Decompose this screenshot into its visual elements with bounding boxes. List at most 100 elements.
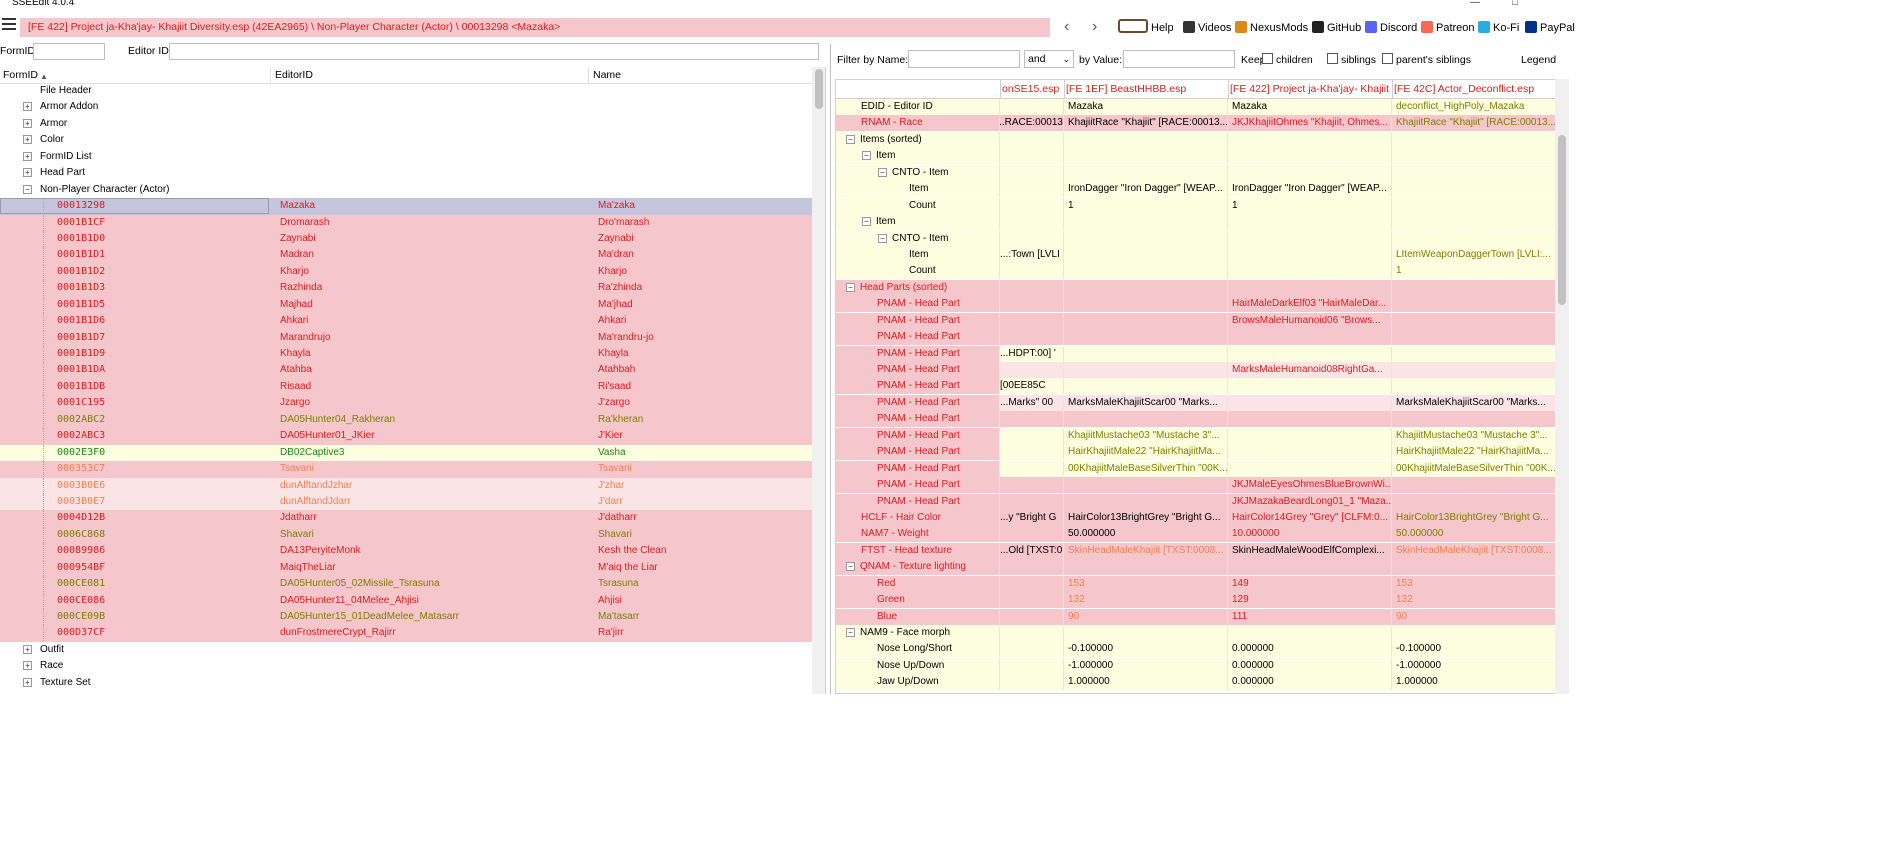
help-link[interactable]: Help (1118, 19, 1174, 37)
tree-record[interactable]: 0001B1DB Risaad Ri'saad (0, 378, 812, 396)
collapse-icon[interactable]: − (862, 151, 871, 161)
filter-value-input[interactable] (1123, 50, 1235, 68)
paypal-link[interactable]: PayPal (1525, 19, 1575, 37)
tree-record[interactable]: 000353C7 Tsavani Tsavani (0, 461, 812, 478)
menu-icon[interactable] (2, 18, 16, 32)
expand-icon[interactable]: + (23, 102, 32, 112)
tree-record[interactable]: 000CE081 DA05Hunter05_02Missile_Tsrasuna T… (0, 576, 812, 593)
compare-row[interactable]: PNAM - Head Part ' [HDPT:00... (836, 345, 1558, 362)
compare-row[interactable]: Nose Up/Down -1.000000 0.000000 -1.000000 (836, 657, 1558, 674)
tree-record[interactable]: 000954BF MaiqTheLiar M'aiq the Liar (0, 559, 812, 577)
tree-record[interactable]: 0001B1D3 Razhinda Ra'zhinda (0, 280, 812, 297)
compare-row[interactable]: PNAM - Head Part BrowsMaleHumanoid06 "Bro… (836, 312, 1558, 329)
tree-record[interactable]: 0002E3F0 DB02Captive3 Vasha (0, 444, 812, 462)
tree-record[interactable]: 0001B1D5 Majhad Ma'jhad (0, 296, 812, 314)
tree-record[interactable]: 0004D12B Jdatharr J'datharr (0, 510, 812, 527)
compare-row[interactable]: PNAM - Head Part KhajiitMustache03 "Musta… (836, 427, 1558, 444)
compare-row[interactable]: Item IronDagger "Iron Dagger" [WEAP... Iro… (836, 181, 1558, 198)
tree-group[interactable]: − Non-Player Character (Actor) (0, 182, 812, 198)
parents-siblings-checkbox[interactable] (1382, 53, 1393, 64)
tree-record[interactable]: 0001B1D6 Ahkari Ahkari (0, 313, 812, 330)
compare-row[interactable]: − NAM9 - Face morph (836, 625, 1558, 641)
nexusmods-link[interactable]: NexusMods (1235, 19, 1308, 37)
compare-row[interactable]: Nose Long/Short -0.100000 0.000000 -0.10000… (836, 641, 1558, 658)
collapse-icon[interactable]: − (846, 562, 855, 572)
collapse-icon[interactable]: − (878, 167, 887, 177)
expand-icon[interactable]: + (23, 644, 32, 654)
legend-button[interactable]: Legend (1521, 53, 1556, 67)
tree-record[interactable]: 0006C868 Shavari Shavari (0, 526, 812, 544)
plugin-column-header[interactable]: onSE15.esp (1002, 83, 1062, 96)
tree-record[interactable]: 0001B1CF Dromarash Dro'marash (0, 214, 812, 231)
compare-row[interactable]: Count 1 (836, 263, 1558, 280)
tree-record[interactable]: 0001B1DA Atahba Atahbah (0, 362, 812, 379)
tree-group[interactable]: File Header (0, 83, 812, 99)
record-path-bar[interactable]: [FE 422] Project ja-Kha'jay- Khajiit Div… (20, 18, 1050, 37)
expand-icon[interactable]: + (23, 151, 32, 161)
tree-record[interactable]: 0002ABC3 DA05Hunter01_JKier J'Kier (0, 428, 812, 445)
collapse-icon[interactable]: − (846, 134, 855, 144)
plugin-column-header[interactable]: [FE 42C] Actor_Deconflict.esp (1394, 83, 1558, 96)
compare-row[interactable]: PNAM - Head Part HairKhajiitMale22 "HairK… (836, 444, 1558, 461)
compare-row[interactable]: − CNTO - Item (836, 230, 1558, 247)
collapse-icon[interactable]: − (862, 217, 871, 227)
compare-row[interactable]: Blue 90 111 90 (836, 608, 1558, 625)
column-name[interactable]: Name (593, 69, 621, 82)
tree-record[interactable]: 0001B1D7 Marandrujo Ma'randru-jo (0, 329, 812, 346)
compare-row[interactable]: NAM7 - Weight 50.000000 10.000000 50.000000 (836, 526, 1558, 543)
discord-link[interactable]: Discord (1365, 19, 1417, 37)
minimize-button[interactable]: — (1470, 0, 1480, 9)
github-link[interactable]: GitHub (1312, 19, 1361, 37)
filter-operator-select[interactable]: and ⌄ (1024, 50, 1074, 68)
videos-link[interactable]: Videos (1183, 19, 1231, 37)
tree-record[interactable]: 0001B1D1 Madran Ma'dran (0, 247, 812, 264)
tree-group[interactable]: + Outfit (0, 642, 812, 658)
compare-row[interactable]: − Item (836, 214, 1558, 231)
compare-row[interactable]: Jaw Up/Down 1.000000 0.000000 1.000000 (836, 674, 1558, 691)
column-formid[interactable]: FormID (3, 69, 38, 82)
compare-row[interactable]: PNAM - Head Part JKJMazakaBeardLong01_1 "… (836, 493, 1558, 510)
compare-row[interactable]: PNAM - Head Part JKJMaleEyesOhmesBlueBrow… (836, 477, 1558, 494)
tree-record[interactable]: 0003B0E7 dunAlftandJdarr J'darr (0, 493, 812, 511)
right-scrollbar[interactable] (1555, 79, 1569, 694)
siblings-checkbox[interactable] (1327, 53, 1338, 64)
tree-record[interactable]: 0002ABC2 DA05Hunter04_Rakheran Ra'kheran (0, 411, 812, 429)
tree-group[interactable]: + Head Part (0, 165, 812, 181)
collapse-icon[interactable]: − (846, 282, 855, 292)
tree-group[interactable]: + Armor (0, 116, 812, 132)
tree-group[interactable]: + FormID List (0, 149, 812, 165)
patreon-link[interactable]: Patreon (1421, 19, 1475, 37)
tree-record[interactable]: 0001C195 Jzargo J'zargo (0, 395, 812, 412)
compare-row[interactable]: PNAM - Head Part 00 "Marks... MarksMaleKha… (836, 394, 1558, 411)
expand-icon[interactable]: + (23, 661, 32, 671)
tree-record[interactable]: 000CE086 DA05Hunter11_04Melee_Ahjisi Ahjis… (0, 592, 812, 609)
compare-row[interactable]: − CNTO - Item (836, 164, 1558, 181)
compare-row[interactable]: Green 132 129 132 (836, 592, 1558, 609)
compare-row[interactable]: PNAM - Head Part 00EE85C] (836, 378, 1558, 395)
compare-row[interactable]: PNAM - Head Part HairMaleDarkElf03 "HairM… (836, 296, 1558, 313)
tree-group[interactable]: + Armor Addon (0, 99, 812, 115)
expand-icon[interactable]: + (23, 118, 32, 128)
compare-row[interactable]: − Items (sorted) (836, 131, 1558, 148)
tree-group[interactable]: + Race (0, 658, 812, 674)
tree-record[interactable]: 000CE09B DA05Hunter15_01DeadMelee_Matasar… (0, 609, 812, 626)
editorid-input[interactable] (169, 43, 819, 60)
tree-record-selected[interactable]: 00013298 Mazaka Ma'zaka (0, 198, 812, 215)
back-button[interactable]: ‹ (1064, 18, 1069, 36)
tree-record[interactable]: 0001B1D9 Khayla Khayla (0, 346, 812, 363)
tree-record[interactable]: 000D37CF dunFrostmereCrypt_Rajirr Ra'jirr (0, 625, 812, 642)
compare-row[interactable]: Red 153 149 153 (836, 575, 1558, 592)
compare-row[interactable]: PNAM - Head Part (836, 329, 1558, 346)
collapse-icon[interactable]: − (878, 233, 887, 243)
children-checkbox[interactable] (1262, 53, 1273, 64)
expand-icon[interactable]: + (23, 168, 32, 178)
compare-row[interactable]: − Item (836, 148, 1558, 165)
compare-row[interactable]: HCLF - Hair Color y "Bright G... HairColor… (836, 509, 1558, 526)
tree-group[interactable]: + Texture Set (0, 675, 812, 691)
compare-row[interactable]: Count 1 1 (836, 197, 1558, 214)
expand-icon[interactable]: + (23, 677, 32, 687)
compare-row[interactable]: − Head Parts (sorted) (836, 279, 1558, 296)
formid-input[interactable] (33, 43, 105, 60)
forward-button[interactable]: › (1092, 18, 1097, 36)
compare-row[interactable]: PNAM - Head Part MarksMaleHumanoid08Right… (836, 362, 1558, 378)
